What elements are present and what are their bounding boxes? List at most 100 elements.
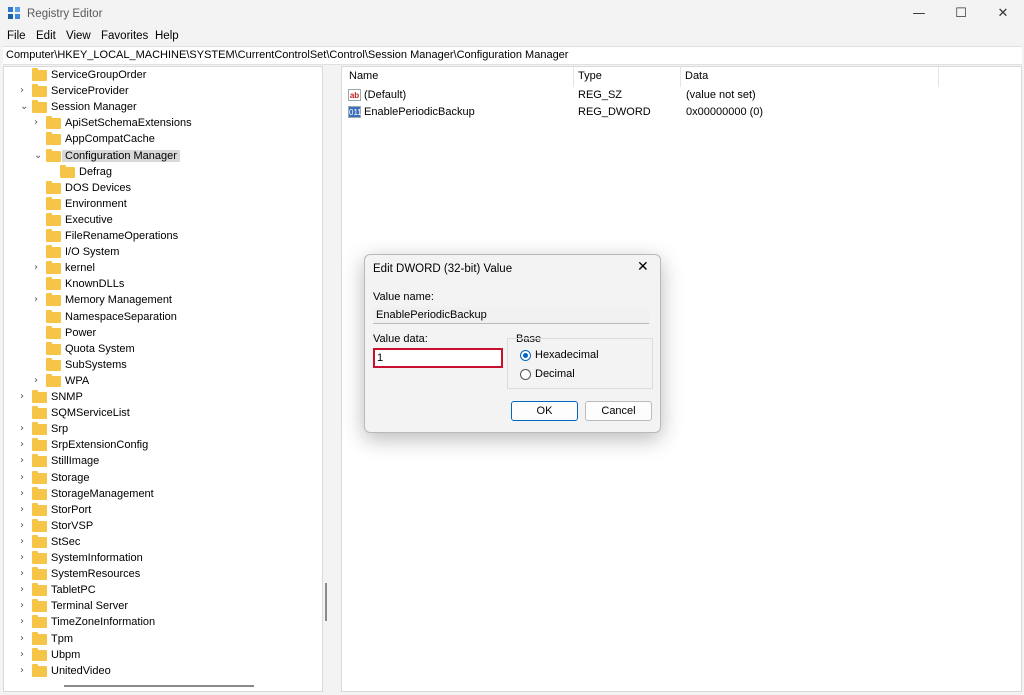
tree-item-label: FileRenameOperations bbox=[65, 230, 179, 242]
collapsed-chevron-icon[interactable]: › bbox=[20, 423, 30, 434]
tree-item-label: StorVSP bbox=[51, 519, 94, 532]
collapsed-chevron-icon[interactable]: › bbox=[20, 520, 30, 531]
folder-icon bbox=[32, 631, 47, 645]
address-path[interactable]: Computer\HKEY_LOCAL_MACHINE\SYSTEM\Curre… bbox=[6, 49, 568, 61]
menu-file[interactable]: File bbox=[7, 30, 26, 42]
tree-item-label: TabletPC bbox=[51, 584, 96, 597]
collapsed-chevron-icon[interactable]: › bbox=[20, 568, 30, 579]
column-separator[interactable] bbox=[680, 67, 681, 87]
column-header-data[interactable]: Data bbox=[685, 70, 708, 82]
collapsed-chevron-icon[interactable]: › bbox=[34, 375, 44, 386]
folder-icon bbox=[32, 663, 47, 677]
tree-item-label: Executive bbox=[65, 213, 113, 226]
folder-icon bbox=[46, 245, 61, 259]
tree-item-label: SubSystems bbox=[65, 358, 127, 371]
collapsed-chevron-icon[interactable]: › bbox=[34, 262, 44, 273]
folder-icon bbox=[32, 583, 47, 597]
tree-item-label: Terminal Server bbox=[51, 600, 129, 613]
folder-icon bbox=[32, 486, 47, 500]
collapsed-chevron-icon[interactable]: › bbox=[20, 633, 30, 644]
collapsed-chevron-icon[interactable]: › bbox=[34, 294, 44, 305]
menu-help[interactable]: Help bbox=[155, 30, 179, 42]
tree-item-label: Configuration Manager bbox=[62, 149, 180, 162]
cancel-button[interactable]: Cancel bbox=[585, 401, 652, 421]
collapsed-chevron-icon[interactable]: › bbox=[20, 600, 30, 611]
key-tree[interactable]: ServiceGroupOrder › ServiceProvider ⌄ Sessio… bbox=[3, 66, 323, 692]
menu-bar: File Edit View Favorites Help bbox=[0, 28, 1024, 46]
collapsed-chevron-icon[interactable]: › bbox=[34, 117, 44, 128]
base-group: Hexadecimal Decimal bbox=[507, 338, 653, 389]
tree-horizontal-scrollbar[interactable] bbox=[64, 685, 254, 687]
address-bar[interactable]: Computer\HKEY_LOCAL_MACHINE\SYSTEM\Curre… bbox=[3, 46, 1022, 65]
collapsed-chevron-icon[interactable]: › bbox=[20, 584, 30, 595]
collapsed-chevron-icon[interactable]: › bbox=[20, 536, 30, 547]
tree-item-label: ServiceGroupOrder bbox=[51, 69, 147, 81]
tree-item-label: kernel bbox=[65, 262, 95, 275]
tree-item-label: Session Manager bbox=[51, 101, 137, 114]
folder-icon bbox=[32, 422, 47, 436]
column-separator[interactable] bbox=[938, 67, 939, 87]
collapsed-chevron-icon[interactable]: › bbox=[20, 488, 30, 499]
column-header-name[interactable]: Name bbox=[349, 70, 378, 82]
folder-icon bbox=[32, 647, 47, 661]
folder-icon bbox=[32, 390, 47, 403]
ok-button[interactable]: OK bbox=[511, 401, 578, 421]
menu-view[interactable]: View bbox=[66, 30, 91, 42]
tree-item-label: SystemResources bbox=[51, 568, 141, 581]
tree-vertical-scrollbar[interactable] bbox=[325, 583, 327, 621]
collapsed-chevron-icon[interactable]: › bbox=[20, 472, 30, 483]
tree-item-label: KnownDLLs bbox=[65, 278, 125, 291]
collapsed-chevron-icon[interactable]: › bbox=[20, 85, 30, 96]
column-header-type[interactable]: Type bbox=[578, 70, 602, 82]
collapsed-chevron-icon[interactable]: › bbox=[20, 649, 30, 660]
decimal-label[interactable]: Decimal bbox=[535, 368, 575, 380]
tree-item-label: Ubpm bbox=[51, 648, 81, 661]
collapsed-chevron-icon[interactable]: › bbox=[20, 616, 30, 627]
decimal-radio[interactable] bbox=[520, 369, 531, 380]
minimize-button[interactable]: — bbox=[898, 0, 940, 28]
collapsed-chevron-icon[interactable]: › bbox=[20, 455, 30, 466]
value-type: REG_DWORD bbox=[578, 106, 651, 118]
folder-icon bbox=[46, 293, 61, 307]
value-data-input[interactable] bbox=[373, 348, 503, 368]
menu-edit[interactable]: Edit bbox=[36, 30, 56, 42]
value-row[interactable]: ab (Default) REG_SZ (value not set) bbox=[346, 88, 946, 104]
tree-item-label: NamespaceSeparation bbox=[65, 310, 177, 323]
folder-icon bbox=[46, 373, 61, 387]
maximize-button[interactable]: ☐ bbox=[940, 0, 982, 28]
dialog-title: Edit DWORD (32-bit) Value bbox=[373, 263, 513, 275]
collapsed-chevron-icon[interactable]: › bbox=[20, 665, 30, 676]
tree-item-label: Defrag bbox=[79, 165, 113, 178]
value-data: (value not set) bbox=[686, 89, 756, 101]
tree-item-label: Quota System bbox=[65, 342, 135, 355]
expanded-chevron-icon[interactable]: ⌄ bbox=[34, 150, 44, 161]
value-row[interactable]: 011 EnablePeriodicBackup REG_DWORD 0x000… bbox=[346, 105, 946, 121]
folder-icon bbox=[32, 68, 47, 81]
folder-icon bbox=[32, 599, 47, 613]
folder-icon bbox=[32, 470, 47, 484]
hexadecimal-label[interactable]: Hexadecimal bbox=[535, 349, 599, 361]
collapsed-chevron-icon[interactable]: › bbox=[20, 439, 30, 450]
tree-item-label: WPA bbox=[65, 374, 90, 387]
folder-icon bbox=[32, 100, 47, 114]
collapsed-chevron-icon[interactable]: › bbox=[20, 504, 30, 515]
value-data: 0x00000000 (0) bbox=[686, 106, 764, 118]
menu-favorites[interactable]: Favorites bbox=[101, 30, 148, 42]
tree-item-label: Power bbox=[65, 326, 97, 339]
tree-item-label: DOS Devices bbox=[65, 181, 132, 194]
tree-item-label: StorPort bbox=[51, 503, 92, 516]
tree-item-label: Storage bbox=[51, 471, 90, 484]
dialog-close-icon[interactable]: ✕ bbox=[637, 259, 649, 275]
hexadecimal-radio[interactable] bbox=[520, 350, 531, 361]
expanded-chevron-icon[interactable]: ⌄ bbox=[20, 101, 30, 112]
tree-item-label: ApiSetSchemaExtensions bbox=[65, 117, 192, 130]
tree-item-label: I/O System bbox=[65, 246, 120, 259]
tree-item-label: Environment bbox=[65, 197, 127, 210]
folder-icon bbox=[46, 357, 61, 371]
registry-editor-icon bbox=[8, 7, 21, 20]
close-button[interactable]: ✕ bbox=[982, 0, 1024, 28]
collapsed-chevron-icon[interactable]: › bbox=[20, 552, 30, 563]
column-separator[interactable] bbox=[573, 67, 574, 87]
collapsed-chevron-icon[interactable]: › bbox=[20, 391, 30, 402]
folder-icon bbox=[32, 551, 47, 564]
